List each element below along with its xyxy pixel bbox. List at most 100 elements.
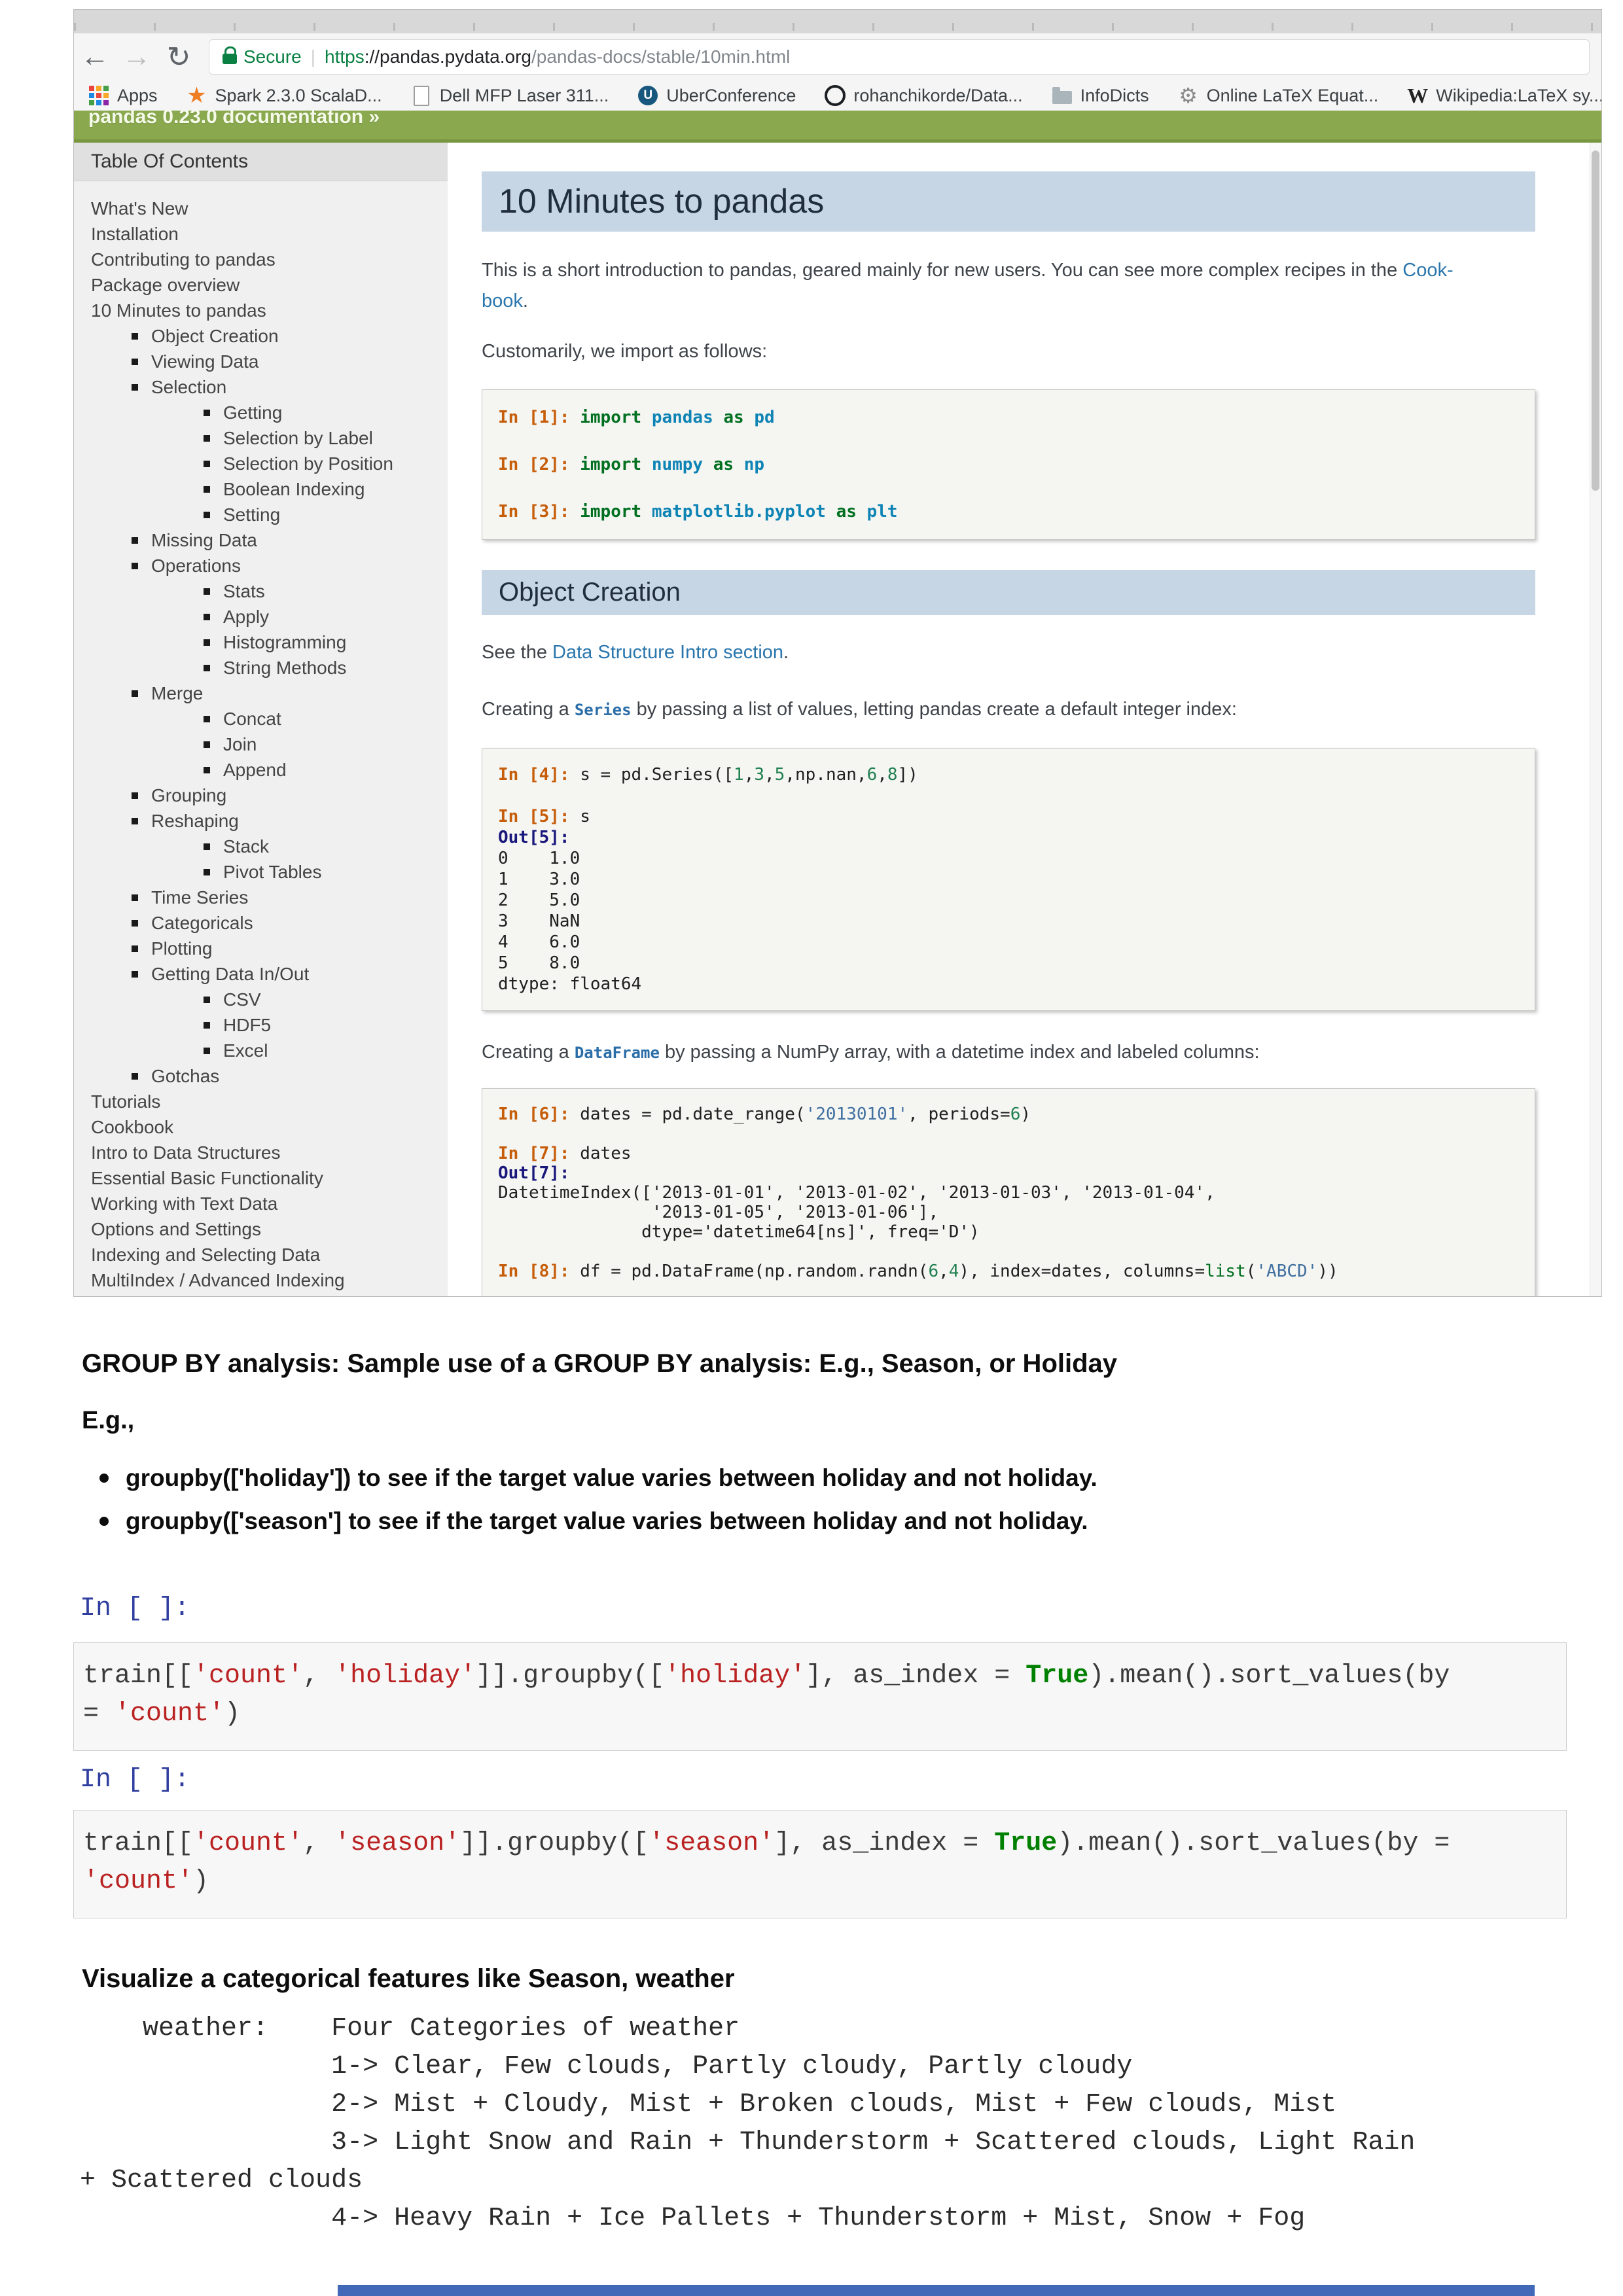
toc-link-label: Options and Settings — [91, 1216, 261, 1242]
toc-link[interactable]: Selection by Label — [74, 425, 448, 451]
toc-link[interactable]: Missing Data — [74, 527, 448, 553]
toc-sidebar: Table Of Contents What's NewInstallation… — [74, 143, 448, 1296]
docs-breadcrumb[interactable]: pandas 0.23.0 documentation » — [88, 111, 1601, 128]
toc-link[interactable]: Installation — [74, 221, 448, 247]
toc-link[interactable]: Operations — [74, 553, 448, 578]
series-code-link[interactable]: Series — [575, 701, 632, 719]
toc-link-label: Excel — [223, 1038, 268, 1063]
toc-link[interactable]: Merge — [74, 680, 448, 706]
bookmark-label: Spark 2.3.0 ScalaD... — [215, 86, 382, 106]
square-bullet-icon — [132, 818, 138, 824]
url-host: ://pandas.pydata.org — [365, 46, 531, 67]
toc-link[interactable]: Selection — [74, 374, 448, 400]
toc-link[interactable]: Package overview — [74, 272, 448, 298]
toc-link[interactable]: What's New — [74, 196, 448, 221]
square-bullet-icon — [204, 767, 210, 773]
toc-link[interactable]: Contributing to pandas — [74, 247, 448, 272]
toc-link[interactable]: HDF5 — [74, 1012, 448, 1038]
bookmark-item[interactable]: Apps — [88, 85, 158, 106]
bookmark-item[interactable]: WWikipedia:LaTeX sy... — [1407, 85, 1602, 106]
toc-link[interactable]: Apply — [74, 604, 448, 629]
code-line — [498, 1124, 1519, 1144]
toc-link-label: Object Creation — [151, 323, 279, 349]
code-cell-holiday[interactable]: train[['count', 'holiday']].groupby(['ho… — [73, 1642, 1567, 1751]
data-structure-intro-link[interactable]: Data Structure Intro section — [552, 642, 783, 663]
bookmark-label: Online LaTeX Equat... — [1207, 86, 1379, 106]
toc-link[interactable]: Append — [74, 757, 448, 783]
toc-link[interactable]: Stats — [74, 578, 448, 604]
reload-button[interactable]: ↻ — [158, 41, 200, 74]
toc-link[interactable]: Object Creation — [74, 323, 448, 349]
toc-link-label: Reshaping — [151, 808, 239, 834]
address-bar[interactable]: Secure | https://pandas.pydata.org/panda… — [209, 39, 1590, 75]
toc-link[interactable]: Grouping — [74, 783, 448, 808]
toc-link[interactable]: Pivot Tables — [74, 859, 448, 885]
toc-link[interactable]: 10 Minutes to pandas — [74, 298, 448, 323]
toc-link[interactable]: Indexing and Selecting Data — [74, 1242, 448, 1267]
toc-link-label: Stack — [223, 834, 269, 859]
bookmark-label: rohanchikorde/Data... — [853, 86, 1022, 106]
toc-link[interactable]: Reshaping — [74, 808, 448, 834]
bookmark-item[interactable]: ★Spark 2.3.0 ScalaD... — [187, 85, 382, 106]
toc-link[interactable]: Getting — [74, 400, 448, 425]
bookmark-item[interactable]: rohanchikorde/Data... — [825, 85, 1022, 106]
toc-link[interactable]: Selection by Position — [74, 451, 448, 476]
toc-link[interactable]: Working with Text Data — [74, 1191, 448, 1216]
dataframe-tail: by passing a NumPy array, with a datetim… — [660, 1042, 1260, 1063]
toc-link[interactable]: Stack — [74, 834, 448, 859]
toc-link[interactable]: Time Series — [74, 885, 448, 910]
toc-link[interactable]: Excel — [74, 1038, 448, 1063]
toc-link[interactable]: Cookbook — [74, 1114, 448, 1140]
bookmark-item[interactable]: UUberConference — [637, 85, 796, 106]
toc-link[interactable]: Concat — [74, 706, 448, 732]
square-bullet-icon — [204, 843, 210, 850]
toc-link[interactable]: Getting Data In/Out — [74, 961, 448, 987]
toc-link[interactable]: String Methods — [74, 655, 448, 680]
bookmark-item[interactable]: ⚙Online LaTeX Equat... — [1178, 85, 1379, 106]
toc-link[interactable]: MultiIndex / Advanced Indexing — [74, 1267, 448, 1293]
bookmark-item[interactable]: InfoDicts — [1052, 85, 1149, 106]
toc-link[interactable]: Histogramming — [74, 629, 448, 655]
toc-link[interactable]: Computational tools — [74, 1293, 448, 1296]
toc-link[interactable]: Boolean Indexing — [74, 476, 448, 502]
forward-button[interactable]: → — [116, 41, 158, 73]
code-line: '2013-01-05', '2013-01-06'], — [498, 1203, 1519, 1222]
bookmark-label: Wikipedia:LaTeX sy... — [1436, 86, 1602, 106]
toc-link[interactable]: Plotting — [74, 936, 448, 961]
back-button[interactable]: ← — [74, 41, 116, 73]
cookbook-link-wrap[interactable]: book — [482, 291, 523, 311]
scrollbar-thumb[interactable] — [1592, 150, 1599, 491]
tab-strip[interactable] — [74, 10, 1601, 33]
url-text: https://pandas.pydata.org/pandas-docs/st… — [325, 46, 790, 67]
toc-link[interactable]: Tutorials — [74, 1089, 448, 1114]
toc-link[interactable]: Essential Basic Functionality — [74, 1165, 448, 1191]
page-scrollbar[interactable] — [1590, 143, 1601, 1296]
dataframe-code-link[interactable]: DataFrame — [575, 1044, 660, 1062]
code-cell-season[interactable]: train[['count', 'season']].groupby(['sea… — [73, 1810, 1567, 1918]
apps-grid-icon — [88, 85, 109, 106]
cookbook-link[interactable]: Cook- — [1402, 260, 1453, 281]
code-line: dtype='datetime64[ns]', freq='D') — [498, 1222, 1519, 1242]
toc-link-label: Working with Text Data — [91, 1191, 277, 1216]
square-bullet-icon — [204, 639, 210, 646]
toc-link-label: Join — [223, 732, 257, 757]
toc-link[interactable]: Viewing Data — [74, 349, 448, 374]
toc-link[interactable]: Intro to Data Structures — [74, 1140, 448, 1165]
toc-link[interactable]: Join — [74, 732, 448, 757]
toc-link[interactable]: Gotchas — [74, 1063, 448, 1089]
code-line — [498, 785, 1519, 806]
toc-link-label: MultiIndex / Advanced Indexing — [91, 1267, 345, 1293]
toc-link[interactable]: Setting — [74, 502, 448, 527]
toc-link[interactable]: CSV — [74, 987, 448, 1012]
input-prompt-1: In [ ]: — [80, 1594, 190, 1623]
toc-link-label: Missing Data — [151, 527, 257, 553]
bookmark-label: Dell MFP Laser 311... — [440, 86, 609, 106]
toc-link[interactable]: Categoricals — [74, 910, 448, 936]
toc-link[interactable]: Options and Settings — [74, 1216, 448, 1242]
visualize-heading: Visualize a categorical features like Se… — [82, 1964, 735, 1994]
folder-icon — [1052, 85, 1073, 106]
bookmark-item[interactable]: Dell MFP Laser 311... — [411, 85, 609, 106]
toc-link-label: Indexing and Selecting Data — [91, 1242, 320, 1267]
toc-link-label: Concat — [223, 706, 281, 732]
code-line: In [4]: s = pd.Series([1,3,5,np.nan,6,8]… — [498, 764, 1519, 785]
